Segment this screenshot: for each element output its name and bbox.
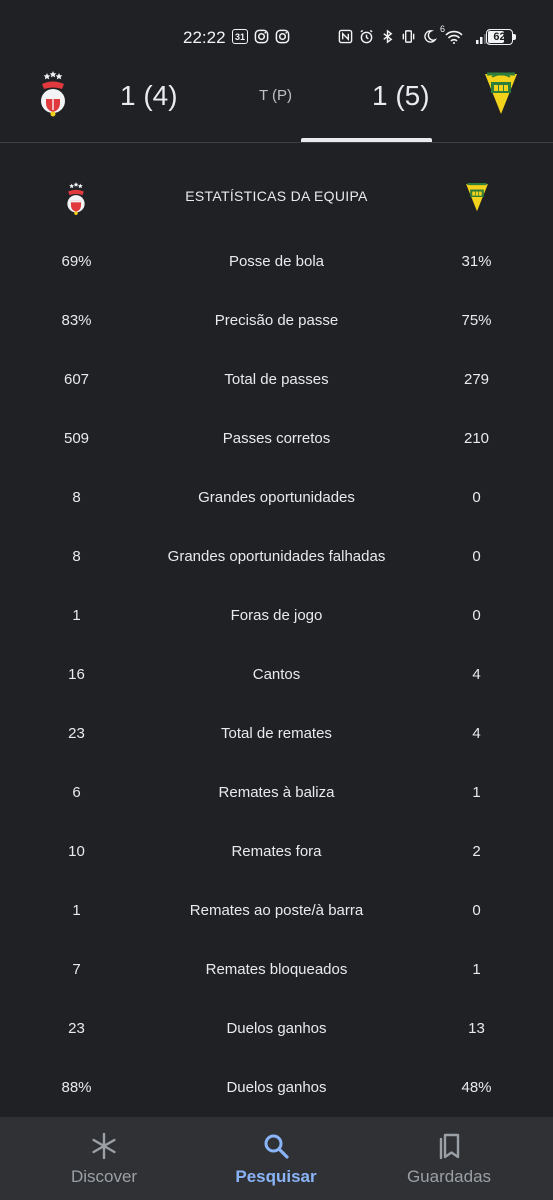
stat-label: Precisão de passe bbox=[214, 312, 339, 329]
away-value: 4 bbox=[472, 725, 481, 742]
bottom-navigation: Discover Pesquisar Guardadas bbox=[0, 1117, 553, 1200]
asterisk-icon bbox=[92, 1132, 116, 1160]
bluetooth-icon bbox=[383, 29, 393, 44]
network-type: 6 bbox=[440, 24, 446, 34]
calendar-day: 31 bbox=[234, 31, 245, 42]
away-team-crest[interactable] bbox=[482, 68, 520, 118]
nav-search[interactable]: Pesquisar bbox=[226, 1117, 326, 1200]
stat-row: 88% Duelos ganhos 48% bbox=[0, 1058, 553, 1117]
stat-label: Remates ao poste/à barra bbox=[189, 902, 364, 919]
stat-row: 83% Precisão de passe 75% bbox=[0, 291, 553, 350]
stat-label: Foras de jogo bbox=[230, 607, 323, 624]
stat-row: 1 Remates ao poste/à barra 0 bbox=[0, 881, 553, 940]
stat-label: Grandes oportunidades bbox=[198, 489, 355, 506]
away-value: 0 bbox=[472, 902, 481, 919]
stat-label: Total de remates bbox=[221, 725, 332, 742]
nav-saved-label: Guardadas bbox=[406, 1167, 492, 1186]
nav-search-label: Pesquisar bbox=[235, 1167, 317, 1186]
nav-saved[interactable]: Guardadas bbox=[395, 1117, 503, 1200]
stat-label: Duelos ganhos bbox=[226, 1020, 327, 1037]
calendar-icon: 31 bbox=[232, 29, 248, 44]
away-value: 1 bbox=[472, 961, 481, 978]
stat-row: 16 Cantos 4 bbox=[0, 645, 553, 704]
stat-row: 8 Grandes oportunidades 0 bbox=[0, 468, 553, 527]
nfc-icon bbox=[338, 29, 353, 44]
stat-label: Duelos ganhos bbox=[226, 1079, 327, 1096]
stat-row: 8 Grandes oportunidades falhadas 0 bbox=[0, 527, 553, 586]
search-icon bbox=[264, 1134, 289, 1159]
team-stats-header: ESTATÍSTICAS DA EQUIPA bbox=[0, 170, 553, 222]
away-team-crest bbox=[466, 183, 488, 212]
status-time: 22:22 bbox=[183, 28, 226, 47]
match-status: T (P) bbox=[259, 87, 293, 104]
bookmarks-icon bbox=[439, 1133, 460, 1160]
away-value: 48% bbox=[461, 1079, 492, 1096]
moon-icon bbox=[424, 30, 437, 43]
home-score: 1 (4) bbox=[120, 80, 178, 111]
stat-label: Posse de bola bbox=[228, 253, 325, 270]
stat-label: Remates à baliza bbox=[218, 784, 335, 801]
stat-label: Remates bloqueados bbox=[205, 961, 348, 978]
away-value: 31% bbox=[461, 253, 492, 270]
instagram-icon bbox=[275, 29, 290, 44]
nav-discover-label: Discover bbox=[70, 1167, 138, 1186]
instagram-icon bbox=[254, 29, 269, 44]
alarm-icon bbox=[360, 29, 373, 44]
stat-row: 1 Foras de jogo 0 bbox=[0, 586, 553, 645]
away-value: 0 bbox=[472, 607, 481, 624]
away-value: 279 bbox=[463, 371, 490, 388]
wifi-icon bbox=[445, 30, 463, 44]
stat-row: 607 Total de passes 279 bbox=[0, 350, 553, 409]
vibrate-icon bbox=[402, 30, 415, 43]
stat-row: 69% Posse de bola 31% bbox=[0, 232, 553, 291]
away-value: 210 bbox=[463, 430, 490, 447]
stat-row: 23 Duelos ganhos 13 bbox=[0, 999, 553, 1058]
stat-row: 509 Passes corretos 210 bbox=[0, 409, 553, 468]
away-value: 13 bbox=[468, 1020, 485, 1037]
nav-discover[interactable]: Discover bbox=[54, 1117, 154, 1200]
away-value: 2 bbox=[472, 843, 481, 860]
stat-label: Total de passes bbox=[224, 371, 329, 388]
stat-label: Remates fora bbox=[231, 843, 322, 860]
battery-level: 62 bbox=[493, 31, 506, 43]
stat-label: Passes corretos bbox=[222, 430, 331, 447]
active-tab-indicator bbox=[301, 138, 432, 142]
away-score: 1 (5) bbox=[372, 80, 430, 111]
stat-label: Grandes oportunidades falhadas bbox=[167, 548, 386, 565]
away-value: 0 bbox=[472, 489, 481, 506]
stat-row: 7 Remates bloqueados 1 bbox=[0, 940, 553, 999]
battery-indicator: 62 bbox=[486, 29, 513, 45]
away-value: 0 bbox=[472, 548, 481, 565]
stat-label: Cantos bbox=[252, 666, 301, 683]
stat-row: 6 Remates à baliza 1 bbox=[0, 763, 553, 822]
home-team-crest[interactable] bbox=[34, 68, 72, 118]
away-value: 4 bbox=[472, 666, 481, 683]
match-score-header: 1 (4) T (P) 1 (5) bbox=[0, 60, 553, 143]
stat-row: 10 Remates fora 2 bbox=[0, 822, 553, 881]
away-value: 1 bbox=[472, 784, 481, 801]
stats-list: 69% Posse de bola 31% 83% Precisão de passe… bbox=[0, 232, 553, 1117]
stat-row: 23 Total de remates 4 bbox=[0, 704, 553, 763]
away-value: 75% bbox=[461, 312, 492, 329]
